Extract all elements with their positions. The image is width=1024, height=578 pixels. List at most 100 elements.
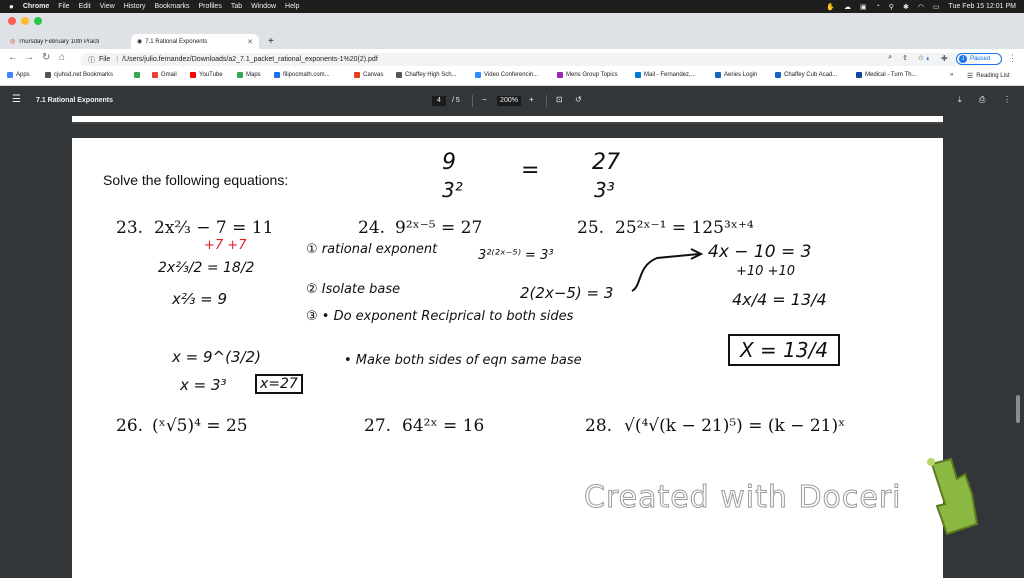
bookmark-mens-group[interactable]: Mens Group Topics [557,72,618,78]
bookmark-label: Canvas [363,72,384,78]
work-25-linear: 4x − 10 = 3 [708,242,812,262]
bookmark-video-conf[interactable]: Video Conferencin... [475,72,538,78]
apple-menu-icon[interactable]: ● [9,2,14,11]
forward-icon[interactable]: → [24,52,34,63]
zoom-in-icon[interactable]: + [529,95,534,104]
doceri-status-icon[interactable]: ✋ [826,3,835,11]
bookmark-aeries[interactable]: Aeries Login [715,72,757,78]
address-url: /Users/julio.fernandez/Downloads/a2_7.1_… [122,56,378,63]
bookmark-canvas[interactable]: Canvas [354,72,383,78]
status-area: ✋ ☁ ▣ ◔ ⚲ ✱ ◠ ▭ Tue Feb 15 12:01 PM [826,0,1016,13]
pdf-toolbar: ☰ 7.1 Rational Exponents 4 / 5 − 200% + … [0,86,1024,116]
battery-icon[interactable]: ▭ [933,3,940,11]
pdf-more-icon[interactable]: ⋮ [1003,95,1011,104]
fit-page-icon[interactable]: ⊡ [556,95,563,104]
download-icon[interactable]: ⤓ [958,95,962,105]
bookmark-filipoc[interactable]: filipocmath.com... [274,72,330,78]
problem-27-equation: 64²ˣ = 16 [402,416,485,436]
zoom-input[interactable]: 200% [497,96,521,106]
info-icon[interactable]: ⓘ [88,55,95,65]
app-menu[interactable]: Chrome [23,3,49,10]
window-controls [8,17,42,25]
sidebar-menu-icon[interactable]: ☰ [12,94,21,105]
bookmark-medical[interactable]: Medical - Turn Th... [856,72,917,78]
tab-practice[interactable]: ◎ Thursday February 10th Practi [4,34,130,49]
menu-bookmarks[interactable]: Bookmarks [154,3,189,10]
zoom-out-icon[interactable]: − [482,95,487,104]
bookmark-gmail[interactable]: Gmail [152,72,177,78]
bookmark-label: Mens Group Topics [566,72,618,78]
close-window-button[interactable] [8,17,16,25]
menubar-clock[interactable]: Tue Feb 15 12:01 PM [949,3,1016,10]
divider [472,95,473,107]
bookmark-apps[interactable]: Apps [7,72,30,78]
bookmarks-overflow[interactable]: » [950,72,953,78]
problem-23-number: 23. [116,218,144,238]
cloud-icon[interactable]: ☁ [844,3,851,11]
work-23-divide: 2x⅔/2 = 18/2 [158,260,255,276]
menu-edit[interactable]: Edit [79,3,91,10]
gmail-icon [152,72,158,78]
bookmark-label: cjuhsd.net Bookmarks [54,72,114,78]
menu-help[interactable]: Help [285,3,299,10]
doceri-watermark: Created with Doceri [584,480,902,516]
step-same-base: • Make both sides of eqn same base [344,353,582,368]
rotate-icon[interactable]: ↺ [575,95,582,104]
tab-strip: ◎ Thursday February 10th Practi ◉ 7.1 Ra… [0,13,1024,49]
pdf-title: 7.1 Rational Exponents [36,97,114,104]
reading-list-label: Reading List [976,73,1010,79]
zoom-window-button[interactable] [34,17,42,25]
tab-rational-exponents[interactable]: ◉ 7.1 Rational Exponents ✕ [131,34,259,49]
new-tab-button[interactable]: + [262,34,280,49]
zoom-icon[interactable]: ⌕ [888,54,892,62]
menu-window[interactable]: Window [251,3,276,10]
bookmark-maps[interactable]: Maps [237,72,261,78]
menu-history[interactable]: History [124,3,146,10]
close-tab-icon[interactable]: ✕ [247,38,253,46]
reading-list[interactable]: ☰ Reading List [967,72,1010,80]
minimize-window-button[interactable] [21,17,29,25]
work-23-isolate: x⅔ = 9 [172,290,228,308]
menu-view[interactable]: View [100,3,115,10]
address-bar[interactable]: ⓘ File | /Users/julio.fernandez/Download… [80,53,980,66]
bookmark-label: Chaffey High Sch... [405,72,457,78]
bookmark-label: Mail - Fernandez,... [644,72,696,78]
note-three-cubed: 3³ [594,178,615,202]
tab-title: 7.1 Rational Exponents [145,38,208,45]
avatar: J [959,55,967,63]
bookmark-pencil[interactable] [134,72,140,78]
bookmark-chaffey-high[interactable]: Chaffey High Sch... [396,72,457,78]
canvas-icon [354,72,360,78]
share-icon[interactable]: ⇪ [902,54,908,62]
fm-icon [274,72,280,78]
work-23-answer: x=27 [255,374,303,394]
address-prefix: File [99,56,111,63]
tab-favicon-icon: ◎ [10,39,16,45]
profile-button[interactable]: J Paused [956,53,1002,65]
extensions-puzzle-icon[interactable]: ✚ [941,54,948,63]
bookmark-chaffey-cub[interactable]: Chaffey Cub Acad... [775,72,837,78]
extension-icon[interactable]: ◐ [926,54,931,63]
bell-icon[interactable]: ◔ [876,3,880,10]
bookmark-mail[interactable]: Mail - Fernandez,... [635,72,696,78]
page-number-input[interactable]: 4 [432,96,446,106]
bookmark-star-icon[interactable]: ☆ [918,54,924,62]
print-icon[interactable]: ⎙ [979,95,985,105]
home-icon[interactable]: ⌂ [59,52,65,63]
page-bottom-rule [72,122,943,124]
bluetooth-icon[interactable]: ✱ [903,3,909,11]
wifi-icon[interactable]: ◠ [918,3,924,11]
menu-tab[interactable]: Tab [231,3,242,10]
scrollbar[interactable] [1016,395,1020,423]
menu-file[interactable]: File [58,3,69,10]
bookmark-youtube[interactable]: YouTube [190,72,223,78]
reload-icon[interactable]: ↻ [42,52,50,63]
problem-28-equation: √(⁴√(k − 21)⁵) = (k − 21)ˣ [624,416,846,436]
folder-icon [45,72,51,78]
more-menu-icon[interactable]: ⋮ [1008,53,1017,64]
search-status-icon[interactable]: ⚲ [889,3,894,11]
back-icon[interactable]: ← [8,52,18,63]
bookmark-cjuhsd[interactable]: cjuhsd.net Bookmarks [45,72,113,78]
screen-icon[interactable]: ▣ [860,3,867,11]
menu-profiles[interactable]: Profiles [198,3,221,10]
